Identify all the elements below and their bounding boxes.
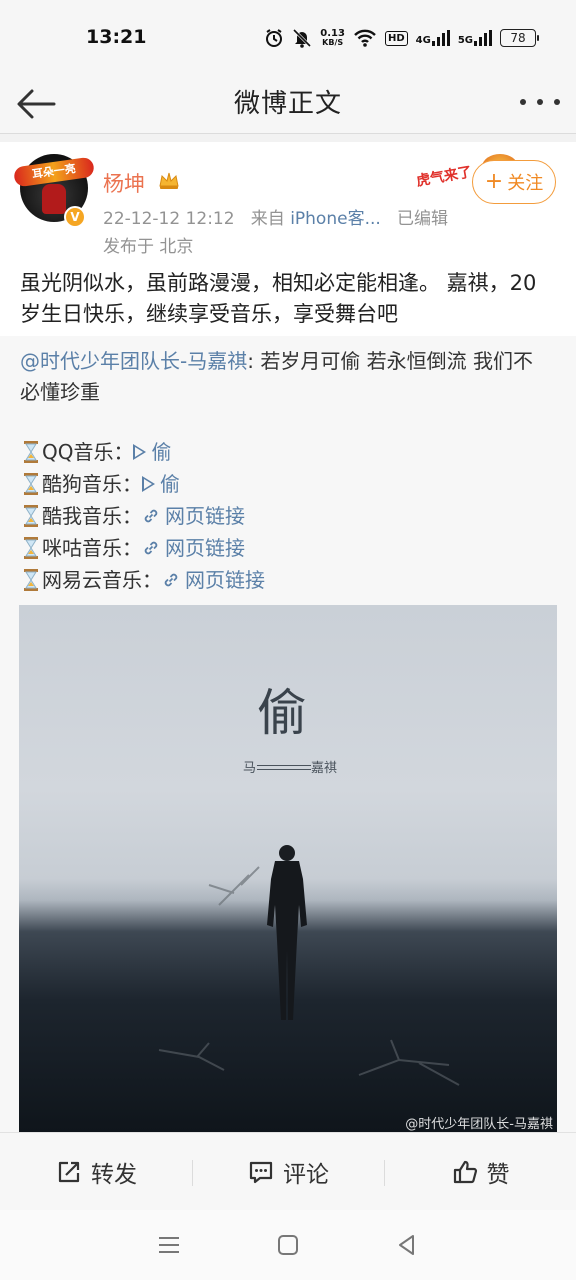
follow-button[interactable]: + 关注 [472, 160, 556, 204]
music-link-label: QQ音乐： [42, 440, 134, 464]
music-link-row: 咪咕音乐： 网页链接 [20, 532, 540, 564]
more-dot-icon [520, 99, 526, 105]
music-link-text: 网页链接 [165, 536, 245, 560]
music-link[interactable]: 网页链接 [162, 564, 265, 596]
album-cover-image[interactable]: 偷 马 嘉祺 @时代少年团队长-马嘉祺 [19, 605, 557, 1132]
battery-icon: 78 [500, 29, 539, 47]
status-bar: 13:21 0.13 KB/S HD 4G 5G 78 [0, 0, 576, 76]
play-icon [133, 444, 147, 460]
net-speed-unit: KB/S [322, 38, 344, 47]
back-triangle-icon[interactable] [394, 1232, 420, 1258]
cover-title: 偷 [257, 684, 307, 742]
music-link-text: 网页链接 [185, 568, 265, 592]
menu-icon[interactable] [156, 1232, 182, 1258]
post-time: 22-12-12 12:12 [103, 209, 235, 229]
link-icon [144, 541, 158, 555]
music-link-text: 偷 [160, 472, 180, 496]
music-link-row: 酷狗音乐： 偷 [20, 468, 540, 500]
wifi-icon [353, 28, 377, 48]
cover-figure [267, 845, 307, 1020]
share-icon [58, 1161, 80, 1182]
edited-label[interactable]: 已编辑 [397, 209, 448, 229]
hourglass-icon [24, 569, 38, 591]
music-link-text: 网页链接 [165, 504, 245, 528]
like-label: 赞 [486, 1161, 510, 1188]
avatar-decoration: 耳朵一亮 [12, 156, 96, 188]
comment-button[interactable]: 评论 [192, 1152, 384, 1192]
comment-icon [249, 1161, 273, 1183]
like-button[interactable]: 赞 [384, 1152, 576, 1192]
net-speed: 0.13 KB/S [320, 28, 345, 48]
comment-label: 评论 [283, 1161, 329, 1188]
more-dot-icon [554, 99, 560, 105]
avatar[interactable]: 耳朵一亮 V [12, 154, 96, 228]
hd-icon: HD [384, 30, 408, 46]
cover-artist-left: 马 [243, 761, 257, 776]
status-icons: 0.13 KB/S HD 4G 5G 78 [264, 24, 539, 52]
link-icon [144, 509, 158, 523]
link-icon [164, 573, 178, 587]
avatar-figure [42, 184, 66, 214]
cover-divider [257, 769, 311, 770]
verified-badge-icon: V [64, 206, 86, 228]
thumbs-up-icon [453, 1160, 477, 1183]
post-location: 发布于 北京 [103, 237, 194, 257]
music-link[interactable]: 偷 [133, 436, 171, 468]
nav-bar: 微博正文 [0, 76, 576, 134]
plus-icon: + [484, 169, 504, 194]
music-links: QQ音乐： 偷 酷狗音乐： 偷 酷我音乐： 网页链接 咪咕音乐： 网页链接 网易… [20, 436, 540, 596]
user-name[interactable]: 杨坤 [103, 168, 145, 198]
post-meta: 22-12-12 12:12 来自 iPhone客... 已编辑 [103, 204, 448, 229]
status-time: 13:21 [86, 26, 147, 48]
more-dot-icon [537, 99, 543, 105]
music-link-label: 酷我音乐： [42, 504, 142, 528]
music-link-label: 咪咕音乐： [42, 536, 142, 560]
home-icon[interactable] [275, 1232, 301, 1258]
source-prefix: 来自 [250, 209, 285, 229]
repost-button[interactable]: 转发 [0, 1152, 192, 1192]
repost-label: 转发 [91, 1161, 137, 1188]
action-bar: 转发 评论 赞 [0, 1132, 576, 1210]
page-title: 微博正文 [233, 89, 342, 119]
repost-text: @时代少年团队长-马嘉祺: 若岁月可偷 若永恒倒流 我们不必懂珍重 [20, 346, 550, 408]
music-link-row: 酷我音乐： 网页链接 [20, 500, 540, 532]
mute-icon [292, 28, 312, 48]
hourglass-icon [24, 473, 38, 495]
music-link[interactable]: 偷 [142, 468, 180, 500]
net-speed-value: 0.13 [320, 28, 345, 39]
mention-link[interactable]: @时代少年团队长-马嘉祺 [20, 349, 247, 373]
music-link-label: 酷狗音乐： [42, 472, 142, 496]
music-link-label: 网易云音乐： [42, 568, 162, 592]
cover-divider [257, 765, 311, 766]
repost-block[interactable]: @时代少年团队长-马嘉祺: 若岁月可偷 若永恒倒流 我们不必懂珍重 QQ音乐： … [0, 336, 576, 1132]
image-watermark: @时代少年团队长-马嘉祺 [405, 1117, 553, 1132]
music-link[interactable]: 网页链接 [142, 500, 245, 532]
music-link-text: 偷 [151, 440, 172, 464]
alarm-icon [264, 28, 284, 48]
cover-artist-right: 嘉祺 [311, 761, 338, 776]
play-icon [142, 476, 155, 492]
post-source[interactable]: iPhone客... [290, 209, 381, 229]
follow-label: 关注 [507, 173, 544, 194]
signal-icon: 4G [416, 30, 450, 46]
crown-icon [159, 172, 179, 189]
sticker-text: 虎气来了 [415, 164, 474, 190]
music-link[interactable]: 网页链接 [142, 532, 245, 564]
signal-icon-2: 5G [458, 30, 492, 46]
network-type-label: 4G [415, 35, 431, 46]
network-type-label-2: 5G [457, 35, 473, 46]
hourglass-icon [24, 505, 38, 527]
music-link-row: QQ音乐： 偷 [20, 436, 540, 468]
system-nav-bar [0, 1210, 576, 1280]
post-text: 虽光阴似水，虽前路漫漫，相知必定能相逢。 嘉祺，20岁生日快乐，继续享受音乐，享… [20, 271, 537, 326]
music-link-row: 网易云音乐： 网页链接 [20, 564, 540, 596]
hourglass-icon [24, 537, 38, 559]
post-card: 耳朵一亮 V 杨坤 22-12-12 12:12 来自 iPhone客... 已… [0, 142, 576, 1132]
hourglass-icon [24, 441, 38, 463]
more-options-button[interactable] [520, 88, 560, 116]
